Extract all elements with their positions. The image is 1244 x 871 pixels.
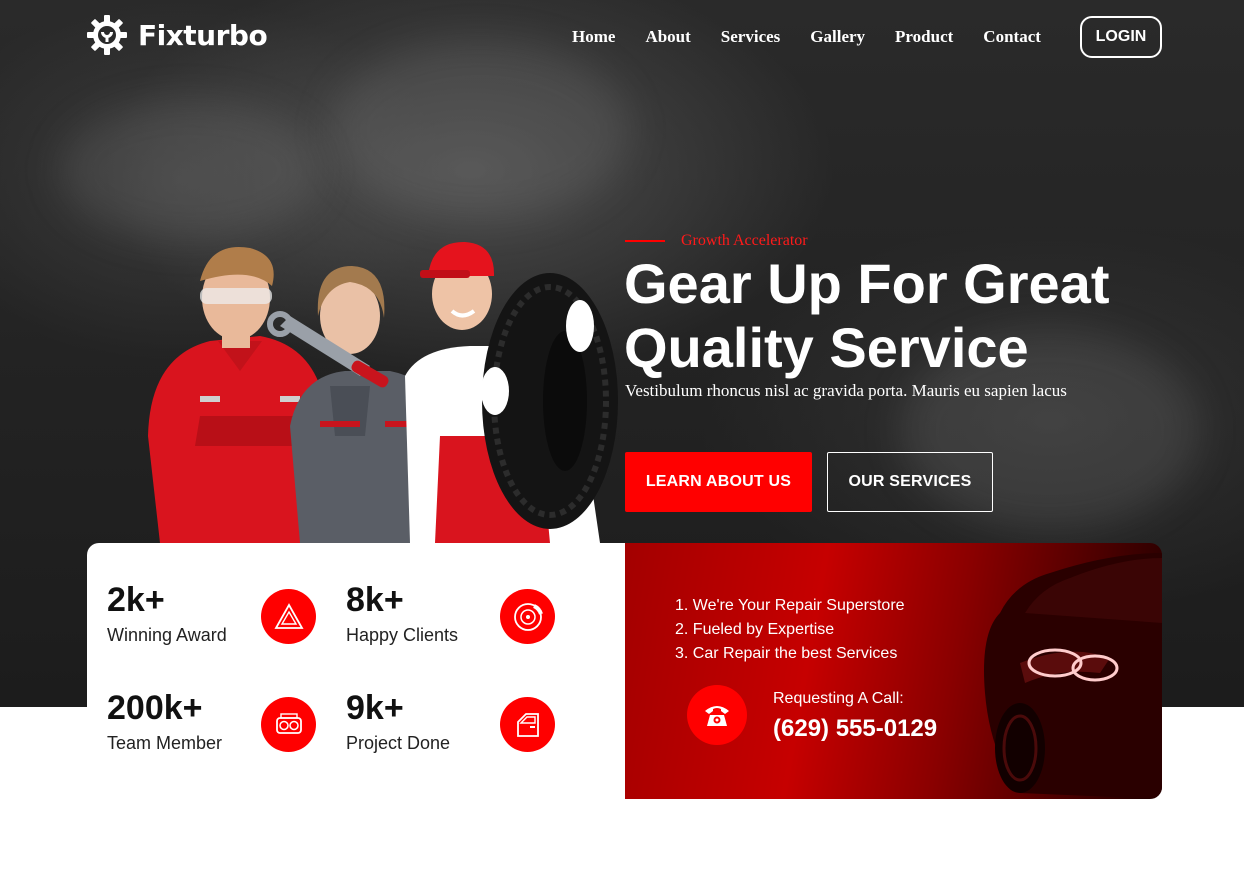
- nav-home[interactable]: Home: [572, 27, 615, 47]
- stat-label: Happy Clients: [346, 625, 459, 645]
- hero-subtext: Vestibulum rhoncus nisl ac gravida porta…: [625, 381, 1067, 400]
- hero-eyebrow: Growth Accelerator: [625, 232, 808, 250]
- stat-value: 8k+: [346, 581, 404, 619]
- stat-winning-award: 2k+ Winning Award: [87, 543, 327, 645]
- stat-team-member: 200k+ Team Member: [87, 651, 327, 753]
- eyebrow-text: Growth Accelerator: [681, 232, 808, 249]
- background-mechanic-arm: [60, 100, 320, 240]
- call-label: Requesting A Call:: [773, 690, 904, 707]
- nav-product[interactable]: Product: [895, 27, 953, 47]
- features-list: 1. We're Your Repair Superstore 2. Fuele…: [675, 594, 905, 666]
- stat-label: Project Done: [346, 733, 451, 753]
- headline-line-2: Quality Service: [624, 316, 1029, 379]
- hero-headline: Gear Up For Great Quality Service: [624, 252, 1144, 380]
- phone-number[interactable]: (629) 555-0129: [773, 715, 937, 743]
- stat-value: 9k+: [346, 689, 404, 727]
- nav-contact[interactable]: Contact: [983, 27, 1041, 47]
- stat-project-done: 9k+ Project Done: [326, 651, 566, 753]
- car-door-icon: [500, 697, 555, 752]
- feature-item: 1. We're Your Repair Superstore: [675, 597, 905, 614]
- logo[interactable]: Fixturbo: [86, 14, 268, 56]
- feature-item: 3. Car Repair the best Services: [675, 645, 898, 662]
- call-request-card: 1. We're Your Repair Superstore 2. Fuele…: [625, 543, 1162, 799]
- headline-line-1: Gear Up For Great: [624, 252, 1110, 315]
- stat-value: 2k+: [107, 581, 165, 619]
- warning-triangle-icon: [261, 589, 316, 644]
- login-button[interactable]: LOGIN: [1080, 16, 1162, 58]
- stats-card: 2k+ Winning Award 8k+ Happy Clients 200k…: [87, 543, 625, 799]
- our-services-button[interactable]: OUR SERVICES: [827, 452, 993, 512]
- learn-about-us-button[interactable]: LEARN ABOUT US: [625, 452, 812, 512]
- background-mechanic-photo: [330, 40, 630, 220]
- mechanics-team-image: [148, 241, 618, 543]
- stat-label: Team Member: [107, 733, 223, 753]
- engine-icon: [261, 697, 316, 752]
- brake-disc-icon: [500, 589, 555, 644]
- stat-label: Winning Award: [107, 625, 227, 645]
- stat-value: 200k+: [107, 689, 203, 727]
- sports-car-image: [984, 553, 1162, 799]
- logo-text: Fixturbo: [138, 18, 268, 52]
- gear-wrench-icon: [87, 15, 127, 55]
- nav-about[interactable]: About: [645, 27, 690, 47]
- nav-gallery[interactable]: Gallery: [810, 27, 865, 47]
- main-nav: Home About Services Gallery Product Cont…: [572, 27, 1071, 47]
- telephone-icon[interactable]: [687, 685, 747, 745]
- nav-services[interactable]: Services: [721, 27, 780, 47]
- stat-happy-clients: 8k+ Happy Clients: [326, 543, 566, 645]
- eyebrow-line: [625, 240, 665, 242]
- feature-item: 2. Fueled by Expertise: [675, 621, 835, 638]
